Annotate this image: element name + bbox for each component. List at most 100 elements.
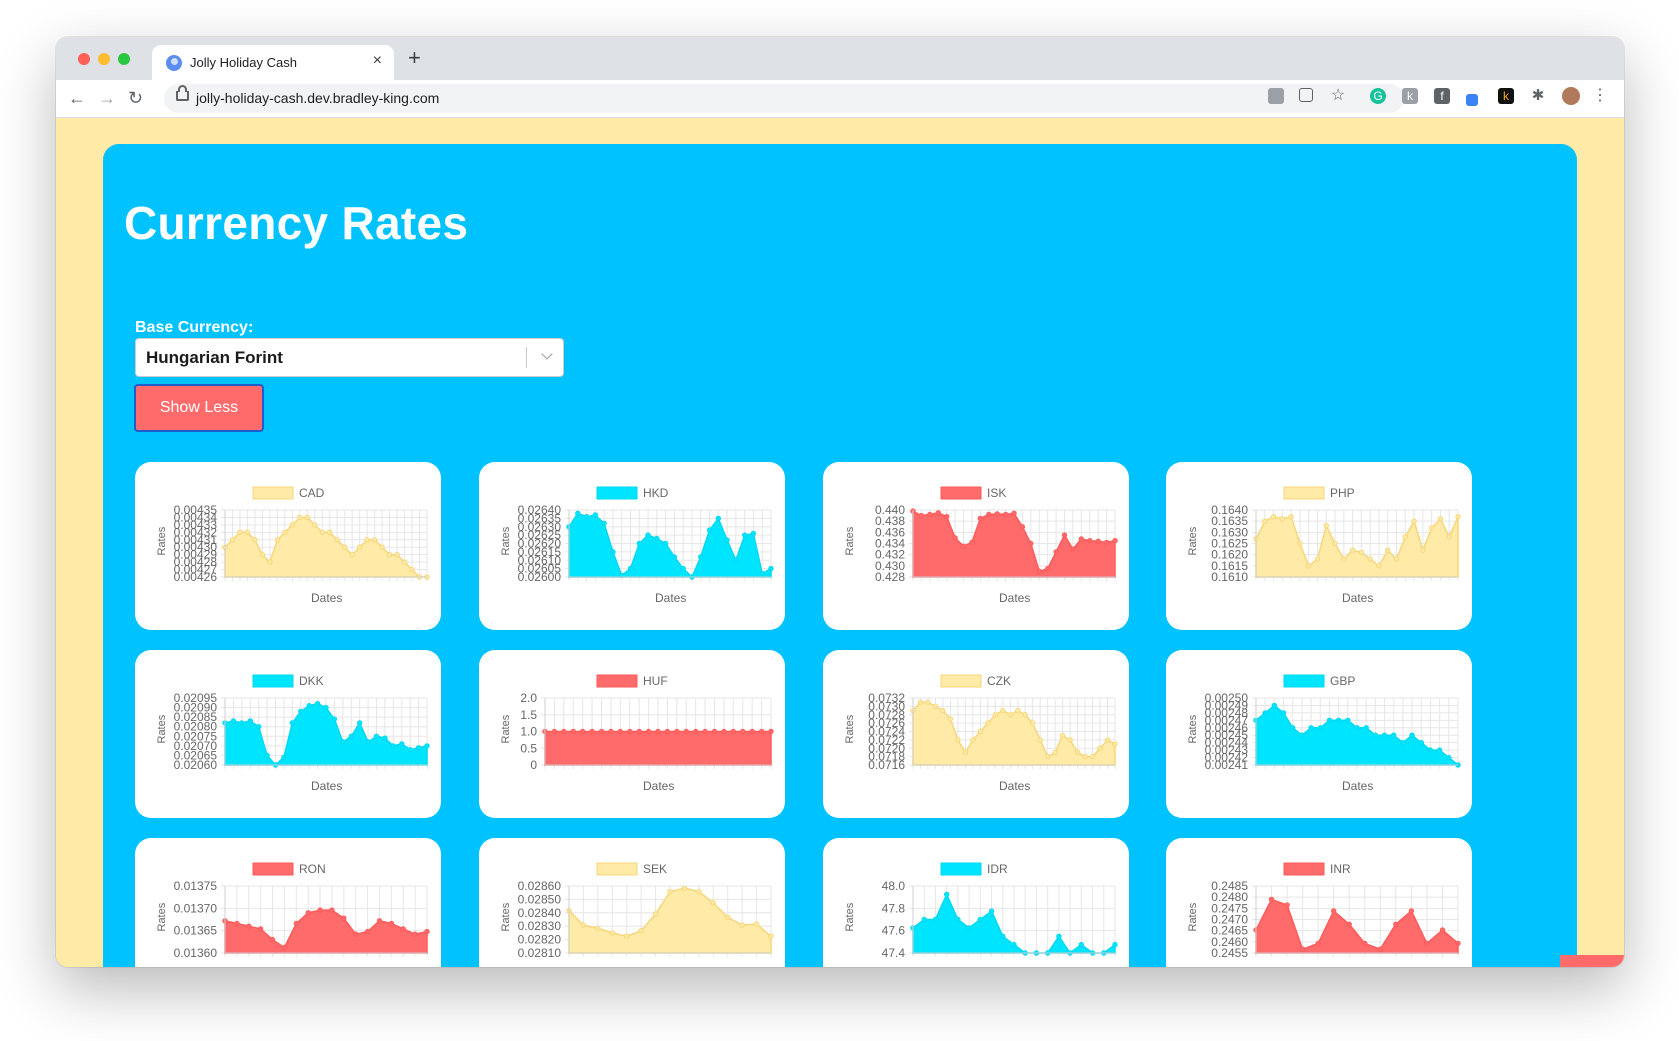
data-point[interactable]	[627, 565, 634, 572]
data-point[interactable]	[1112, 741, 1118, 747]
data-point[interactable]	[1056, 933, 1062, 940]
data-point[interactable]	[962, 749, 969, 756]
data-point[interactable]	[365, 739, 371, 745]
data-point[interactable]	[952, 535, 958, 541]
data-point[interactable]	[304, 514, 311, 521]
data-point[interactable]	[1262, 518, 1268, 524]
data-point[interactable]	[955, 916, 961, 923]
data-point[interactable]	[1299, 732, 1305, 738]
data-point[interactable]	[1455, 940, 1461, 947]
data-point[interactable]	[1036, 568, 1043, 575]
data-point[interactable]	[768, 933, 774, 939]
close-window-button[interactable]	[78, 53, 90, 65]
data-point[interactable]	[373, 733, 380, 740]
data-point[interactable]	[399, 741, 405, 747]
data-point[interactable]	[1317, 725, 1324, 731]
data-point[interactable]	[575, 510, 581, 516]
data-point[interactable]	[749, 728, 755, 735]
data-point[interactable]	[1112, 941, 1118, 948]
data-point[interactable]	[617, 728, 624, 735]
data-point[interactable]	[1074, 749, 1081, 756]
data-point[interactable]	[985, 720, 991, 726]
data-point[interactable]	[654, 535, 660, 542]
data-point[interactable]	[753, 921, 760, 927]
data-point[interactable]	[1078, 941, 1084, 948]
data-point[interactable]	[940, 707, 946, 714]
data-point[interactable]	[1299, 946, 1306, 952]
data-point[interactable]	[1011, 941, 1017, 948]
show-less-button[interactable]: Show Less	[134, 384, 264, 432]
data-point[interactable]	[364, 928, 371, 935]
data-point[interactable]	[342, 544, 348, 550]
data-point[interactable]	[340, 739, 346, 745]
data-point[interactable]	[1408, 908, 1415, 914]
data-point[interactable]	[742, 532, 748, 538]
data-point[interactable]	[1082, 753, 1088, 760]
data-point[interactable]	[379, 544, 385, 550]
data-point[interactable]	[1007, 711, 1014, 718]
keeper-icon[interactable]: k	[1498, 88, 1514, 104]
data-point[interactable]	[244, 529, 251, 536]
data-point[interactable]	[740, 728, 746, 735]
grammarly-icon[interactable]: G	[1370, 88, 1386, 104]
data-point[interactable]	[977, 515, 984, 522]
data-point[interactable]	[624, 933, 630, 939]
data-point[interactable]	[580, 922, 587, 928]
data-point[interactable]	[229, 537, 236, 543]
data-point[interactable]	[1015, 707, 1021, 714]
data-point[interactable]	[1262, 710, 1268, 716]
data-point[interactable]	[917, 699, 924, 705]
data-point[interactable]	[334, 537, 340, 543]
data-point[interactable]	[1376, 563, 1382, 569]
forward-button[interactable]: →	[98, 88, 116, 109]
data-point[interactable]	[733, 557, 739, 563]
data-point[interactable]	[394, 552, 400, 558]
extension-shield-icon[interactable]	[1268, 88, 1284, 104]
data-point[interactable]	[1022, 711, 1028, 718]
data-point[interactable]	[1418, 740, 1425, 746]
data-point[interactable]	[357, 544, 363, 550]
data-point[interactable]	[955, 737, 961, 743]
data-point[interactable]	[1097, 745, 1103, 752]
data-point[interactable]	[1446, 534, 1452, 540]
data-point[interactable]	[595, 925, 601, 932]
data-point[interactable]	[1354, 725, 1360, 731]
data-point[interactable]	[662, 540, 669, 547]
data-point[interactable]	[759, 570, 765, 577]
data-point[interactable]	[710, 900, 717, 906]
data-point[interactable]	[1439, 927, 1446, 933]
new-tab-button[interactable]: +	[408, 45, 421, 71]
data-point[interactable]	[1019, 524, 1026, 530]
data-point[interactable]	[715, 515, 722, 522]
data-point[interactable]	[608, 728, 614, 735]
data-point[interactable]	[680, 565, 686, 572]
data-point[interactable]	[610, 549, 616, 555]
data-point[interactable]	[1078, 536, 1084, 542]
data-point[interactable]	[758, 728, 765, 735]
data-point[interactable]	[977, 728, 984, 735]
data-point[interactable]	[1070, 546, 1076, 552]
data-point[interactable]	[1011, 510, 1017, 516]
data-point[interactable]	[739, 922, 745, 928]
data-point[interactable]	[314, 701, 321, 707]
data-point[interactable]	[1308, 725, 1314, 731]
data-point[interactable]	[636, 540, 643, 547]
data-point[interactable]	[1053, 549, 1059, 555]
data-point[interactable]	[932, 703, 939, 710]
data-point[interactable]	[1420, 547, 1426, 553]
data-point[interactable]	[1335, 717, 1342, 724]
data-point[interactable]	[636, 728, 642, 735]
browser-tab[interactable]: Jolly Holiday Cash ×	[152, 45, 394, 80]
data-point[interactable]	[1087, 538, 1093, 544]
data-point[interactable]	[1362, 940, 1368, 947]
data-point[interactable]	[1002, 511, 1009, 518]
data-point[interactable]	[390, 743, 396, 749]
data-point[interactable]	[388, 920, 395, 927]
data-point[interactable]	[1103, 539, 1110, 546]
data-point[interactable]	[1400, 740, 1406, 746]
data-point[interactable]	[281, 754, 287, 761]
data-point[interactable]	[918, 512, 925, 519]
data-point[interactable]	[1297, 540, 1303, 547]
back-button[interactable]: ←	[68, 88, 86, 109]
data-point[interactable]	[706, 527, 713, 533]
